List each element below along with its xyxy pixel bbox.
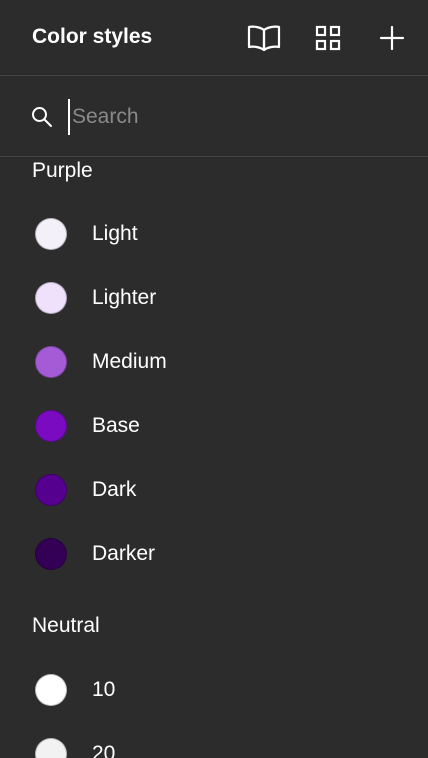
plus-icon (379, 25, 405, 51)
group-heading-neutral: Neutral (32, 614, 100, 637)
color-swatch (35, 474, 67, 506)
style-item-purple-base[interactable]: Base (0, 394, 428, 458)
style-item-label: Darker (92, 542, 156, 565)
grid-view-button[interactable] (308, 18, 348, 58)
color-swatch (35, 410, 67, 442)
color-swatch (35, 538, 67, 570)
style-item-purple-light[interactable]: Light (0, 202, 428, 266)
grid-icon (315, 25, 341, 51)
search-bar (0, 77, 428, 157)
color-swatch (35, 674, 67, 706)
group-heading-purple: Purple (32, 159, 93, 182)
color-swatch (35, 282, 67, 314)
color-swatch (35, 738, 67, 758)
style-item-purple-lighter[interactable]: Lighter (0, 266, 428, 330)
style-item-label: Dark (92, 478, 137, 501)
color-swatch (35, 346, 67, 378)
color-styles-list: Purple Light Lighter Medium Base Dark Da… (0, 158, 428, 758)
panel-header: Color styles (0, 0, 428, 76)
add-style-button[interactable] (372, 18, 412, 58)
search-input[interactable] (68, 99, 398, 135)
style-item-label: Base (92, 414, 140, 437)
style-item-neutral-20[interactable]: 20 (0, 722, 428, 758)
style-item-label: Lighter (92, 286, 157, 309)
style-item-neutral-10[interactable]: 10 (0, 658, 428, 722)
style-item-purple-darker[interactable]: Darker (0, 522, 428, 586)
search-icon (32, 107, 52, 127)
library-button[interactable] (244, 18, 284, 58)
style-item-label: Light (92, 222, 138, 245)
style-item-label: 10 (92, 678, 116, 701)
style-item-label: Medium (92, 350, 167, 373)
style-item-label: 20 (92, 742, 116, 758)
panel-title: Color styles (32, 25, 153, 48)
style-item-purple-medium[interactable]: Medium (0, 330, 428, 394)
color-swatch (35, 218, 67, 250)
style-item-purple-dark[interactable]: Dark (0, 458, 428, 522)
book-icon (247, 25, 281, 52)
